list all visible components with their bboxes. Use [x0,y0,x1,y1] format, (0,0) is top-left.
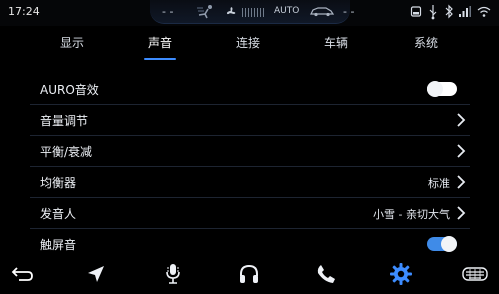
wifi-icon [477,6,491,17]
auro-sound-toggle[interactable] [427,81,457,97]
media-button[interactable] [236,262,262,286]
car-icon[interactable] [309,4,335,18]
auro-sound-row[interactable]: AURO音效 [30,74,470,105]
chevron-right-icon [457,206,466,220]
tab-vehicle[interactable]: 车辆 [324,34,348,51]
tab-system[interactable]: 系统 [414,34,438,51]
active-tab-indicator [144,58,176,60]
equalizer-row[interactable]: 均衡器 标准 [30,167,470,198]
window-icon [410,6,422,17]
equalizer-label: 均衡器 [40,176,77,190]
toggle-knob [441,236,457,252]
balance-fade-row[interactable]: 平衡/衰减 [30,136,470,167]
navigation-icon [88,266,104,282]
auto-label[interactable]: AUTO [274,6,299,16]
sound-settings-list: AURO音效 音量调节 平衡/衰减 均衡器 标准 发音人 小雪 - 亲切大气 触… [30,74,470,260]
tab-sound[interactable]: 声音 [148,34,172,51]
right-temperature[interactable]: - - [343,5,354,18]
settings-button[interactable] [388,262,414,286]
chevron-right-icon [457,113,466,127]
touch-sound-label: 触屏音 [40,238,77,252]
tab-display[interactable]: 显示 [60,34,84,51]
settings-icon [390,263,412,285]
touch-sound-toggle[interactable] [427,236,457,252]
car-grille-icon [462,267,488,281]
balance-fade-label: 平衡/衰减 [40,145,93,159]
status-bar: 17:24 - - AUTO - - [0,0,499,26]
usb-icon [429,5,437,20]
headphones-icon [240,264,258,283]
chevron-right-icon [457,144,466,158]
phone-button[interactable] [313,262,339,286]
fan-icon[interactable] [224,4,238,20]
settings-tabs: 显示 声音 连接 车辆 系统 [0,34,499,62]
voice-button[interactable] [160,262,186,286]
left-temperature[interactable]: - - [162,5,173,18]
speaker-voice-value: 小雪 - 亲切大气 [373,208,450,221]
toggle-knob [427,81,443,97]
volume-row[interactable]: 音量调节 [30,105,470,136]
auro-sound-label: AURO音效 [40,83,99,97]
equalizer-value: 标准 [428,177,450,190]
airflow-icon[interactable] [195,4,217,20]
speaker-voice-row[interactable]: 发音人 小雪 - 亲切大气 [30,198,470,229]
signal-icon [459,6,471,17]
fan-speed-bars[interactable] [242,8,266,17]
vehicle-button[interactable] [460,262,490,286]
phone-icon [317,265,335,283]
back-icon [11,267,33,281]
tab-connection[interactable]: 连接 [236,34,260,51]
voice-icon [166,264,180,284]
speaker-voice-label: 发音人 [40,207,77,221]
back-button[interactable] [10,262,36,286]
navigation-button[interactable] [83,262,109,286]
chevron-right-icon [457,175,466,189]
bottom-dock [0,254,499,294]
volume-label: 音量调节 [40,114,89,128]
clock: 17:24 [8,5,40,18]
bluetooth-icon [445,4,453,19]
